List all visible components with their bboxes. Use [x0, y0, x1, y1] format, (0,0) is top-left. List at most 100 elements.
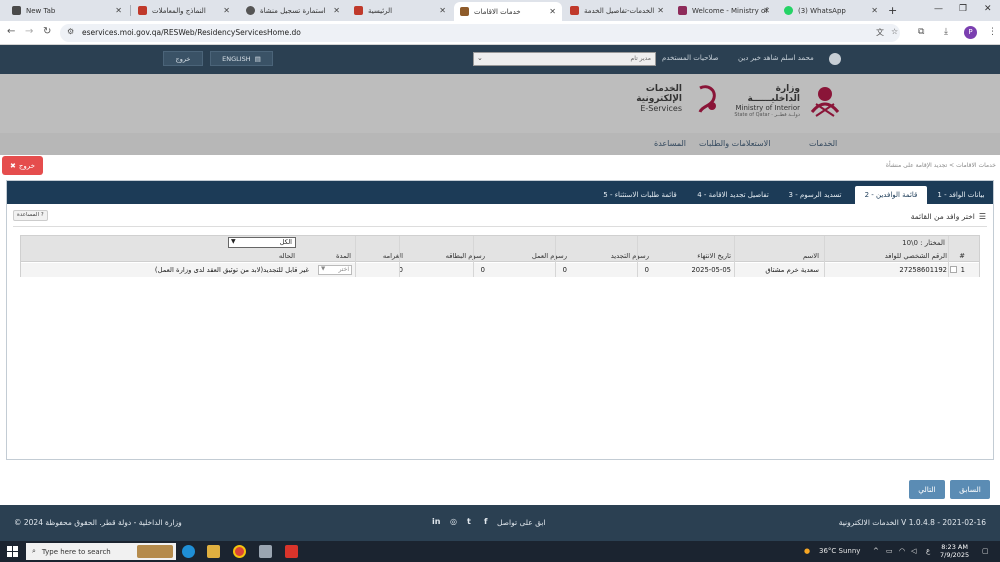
instagram-icon[interactable]: ◎ [450, 517, 457, 526]
taskbar-clock[interactable]: 8:23 AM 7/9/2025 [940, 543, 969, 559]
col-work-fee[interactable]: رسوم العمل [532, 252, 567, 260]
col-duration[interactable]: المدة [336, 252, 351, 260]
previous-button[interactable]: السابق [950, 480, 990, 499]
section-title: اختر وافد من القائمة ☰ [910, 212, 986, 221]
new-tab-button[interactable]: + [888, 4, 897, 17]
minimize-icon[interactable]: — [934, 4, 943, 14]
close-icon[interactable]: ✕ [333, 6, 340, 15]
column-divider [355, 236, 356, 277]
language-indicator-icon[interactable]: ع [926, 547, 930, 555]
notification-icon[interactable]: ▢ [982, 547, 989, 555]
file-explorer-icon[interactable] [207, 545, 220, 558]
chevron-down-icon: ⌄ [477, 54, 483, 62]
grid-header: المختار : 0\10 ▼ الكل # الرقم الشخصي للو… [21, 236, 979, 262]
nav-inquiries[interactable]: الاستعلامات والطلبات [699, 139, 770, 148]
windows-start-icon[interactable] [7, 546, 18, 557]
close-icon[interactable]: ✕ [439, 6, 446, 15]
close-icon[interactable]: ✕ [115, 6, 122, 15]
follow-us-label: ابق على تواصل [497, 518, 546, 527]
divider [13, 226, 987, 227]
address-bar[interactable]: ⚙ eservices.moi.gov.qa/RESWeb/ResidencyS… [60, 24, 900, 42]
tab-renewal-details[interactable]: 4 - تفاصيل تجديد الاقامة [691, 186, 775, 204]
whatsapp-icon [784, 6, 793, 15]
column-divider [473, 236, 474, 277]
col-name[interactable]: الاسم [803, 252, 819, 260]
browser-tabstrip: New Tab ✕ النماذج والمعاملات ✕ استمارة ت… [0, 0, 1000, 21]
col-renewal-fee[interactable]: رسوم التجديد [611, 252, 649, 260]
cell-expiry: 2025-05-05 [691, 266, 731, 274]
col-personal-no[interactable]: الرقم الشخصي للوافد [885, 252, 947, 260]
close-icon[interactable]: ✕ [549, 7, 556, 16]
pdf-reader-icon[interactable] [285, 545, 298, 558]
nav-services[interactable]: الخدمات [809, 139, 837, 148]
close-icon: ✖ [10, 161, 16, 170]
close-icon[interactable]: ✕ [871, 6, 878, 15]
linkedin-icon[interactable]: in [432, 517, 440, 526]
chrome-icon[interactable] [233, 545, 246, 558]
wifi-icon[interactable]: ◠ [899, 547, 905, 555]
browser-menu-icon[interactable]: ⋮ [988, 27, 997, 37]
browser-tab[interactable]: New Tab ✕ [6, 2, 128, 19]
close-icon[interactable]: ✕ [763, 6, 770, 15]
next-button[interactable]: التالي [909, 480, 945, 499]
moi-title-en: Ministry of Interior [735, 104, 800, 112]
close-icon[interactable]: ✕ [223, 6, 230, 15]
forward-arrow-icon[interactable]: → [25, 26, 33, 37]
tab-exception-requests[interactable]: 5 - قائمة طلبات الاستثناء [593, 186, 687, 204]
logout-top-button[interactable]: خروج [163, 51, 203, 66]
browser-tab[interactable]: النماذج والمعاملات ✕ [132, 2, 236, 19]
status-filter-select[interactable]: ▼ الكل [228, 237, 296, 248]
search-highlight-icon[interactable] [137, 545, 173, 558]
moi-favicon-icon [570, 6, 579, 15]
restore-icon[interactable]: ❐ [959, 4, 967, 14]
bookmark-star-icon[interactable]: ☆ [891, 27, 898, 36]
url-text[interactable]: eservices.moi.gov.qa/RESWeb/ResidencySer… [82, 28, 301, 37]
browser-tab-active[interactable]: خدمات الاقامات ✕ [454, 2, 562, 21]
col-card-fee[interactable]: رسوم البطاقه [446, 252, 485, 260]
weather-text[interactable]: 36°C Sunny [819, 547, 860, 555]
flag-icon: ▤ [254, 54, 261, 63]
table-row[interactable]: 1 27258601192 سعدية خرم مشتاق 2025-05-05… [21, 263, 979, 277]
browser-tab[interactable]: استمارة تسجيل منشأة ✕ [240, 2, 346, 19]
row-checkbox[interactable] [950, 266, 957, 273]
browser-tab[interactable]: Welcome - Ministry of Int ✕ [672, 2, 776, 19]
english-language-button[interactable]: ENGLISH ▤ [210, 51, 273, 66]
site-info-icon[interactable]: ⚙ [67, 27, 74, 36]
browser-tab[interactable]: الخدمات-تفاصيل الخدمة ✕ [564, 2, 670, 19]
applicants-grid: المختار : 0\10 ▼ الكل # الرقم الشخصي للو… [20, 235, 980, 277]
tab-applicant-data[interactable]: 1 - بيانات الوافد [933, 186, 989, 204]
col-status[interactable]: الحاله [279, 252, 295, 260]
role-select[interactable]: ⌄ مدير تام [473, 52, 656, 66]
back-arrow-icon[interactable]: ← [7, 26, 15, 37]
tab-pay-fees[interactable]: 3 - تسديد الرسوم [779, 186, 851, 204]
chevron-up-icon[interactable]: ^ [873, 547, 879, 555]
browser-tab[interactable]: (3) WhatsApp ✕ [778, 2, 884, 19]
moi-subtitle: State of Qatar · دولــة قطــر [734, 112, 800, 118]
close-icon[interactable]: ✕ [657, 6, 664, 15]
app-icon[interactable] [259, 545, 272, 558]
col-expiry[interactable]: تاريخ الانتهاء [697, 252, 731, 260]
cell-card-fee: 0 [480, 266, 485, 274]
extensions-icon[interactable]: ⧉ [918, 27, 924, 37]
profile-avatar[interactable]: P [964, 26, 977, 39]
question-icon: ? [40, 212, 44, 218]
tab-applicants-list[interactable]: 2 - قائمة الوافدين [855, 186, 927, 204]
translate-icon[interactable]: 文 [876, 27, 884, 38]
user-icon [829, 53, 841, 65]
eservices-emblem-icon [698, 85, 716, 113]
moi-logo-text: وزارة الداخليــــــة Ministry of Interio… [724, 84, 800, 118]
reload-icon[interactable]: ↻ [43, 26, 51, 37]
facebook-icon[interactable]: f [484, 517, 487, 526]
twitter-icon[interactable]: t [467, 517, 471, 526]
download-icon[interactable]: ⤓ [944, 27, 948, 37]
help-button[interactable]: المساعدة ? [13, 210, 48, 221]
duration-select[interactable]: ▼ اختر [318, 265, 352, 275]
nav-help[interactable]: المساعدة [654, 139, 686, 148]
user-name: محمد اسلم شاهد خير دين [738, 54, 814, 62]
volume-icon[interactable]: ◁ [911, 547, 916, 555]
edge-icon[interactable] [182, 545, 195, 558]
logout-button[interactable]: ✖ خروج [2, 156, 43, 175]
window-close-icon[interactable]: ✕ [984, 4, 992, 14]
network-icon[interactable]: ▭ [886, 547, 893, 555]
browser-tab[interactable]: الرئيسية ✕ [348, 2, 452, 19]
